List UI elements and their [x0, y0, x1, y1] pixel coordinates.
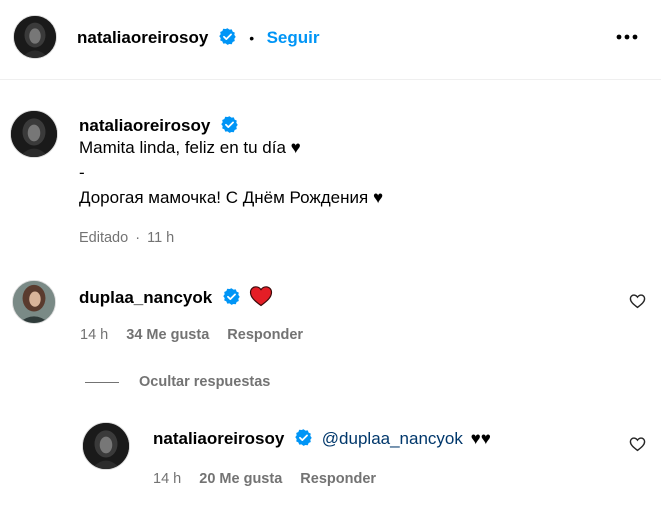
- header-username[interactable]: nataliaoreirosoy: [77, 28, 208, 47]
- comment-username[interactable]: duplaa_nancyok: [79, 288, 212, 307]
- meta-separator: ·: [135, 230, 141, 246]
- header-user: nataliaoreirosoy • Seguir: [77, 27, 320, 48]
- reply-username[interactable]: nataliaoreirosoy: [153, 429, 284, 448]
- caption-username[interactable]: nataliaoreirosoy: [79, 116, 210, 135]
- caption-avatar[interactable]: [10, 110, 58, 158]
- caption-text: Mamita linda, feliz en tu día ♥ - Дорога…: [79, 135, 383, 210]
- reply-likes[interactable]: 20 Me gusta: [199, 471, 282, 487]
- comment-meta: 14 h 34 Me gusta Responder: [80, 327, 303, 343]
- reply-avatar[interactable]: [82, 422, 130, 470]
- caption-line: -: [79, 163, 85, 182]
- header-divider: [0, 79, 661, 80]
- verified-badge-icon: [295, 429, 312, 446]
- reply-line: nataliaoreirosoy @duplaa_nancyok ♥♥: [153, 428, 491, 449]
- caption-line: Дорогая мамочка! С Днём Рождения ♥: [79, 188, 384, 207]
- avatar-image: [13, 281, 55, 323]
- verified-badge-icon: [222, 288, 240, 305]
- caption-time[interactable]: 11 h: [147, 230, 174, 246]
- heart-outline-icon: [629, 437, 646, 452]
- avatar-image: [11, 111, 57, 157]
- hide-replies-button[interactable]: Ocultar respuestas: [139, 374, 270, 390]
- comment-avatar[interactable]: [12, 280, 56, 324]
- caption-user: nataliaoreirosoy: [79, 115, 239, 136]
- red-heart-icon: [250, 286, 273, 307]
- verified-badge-icon: [221, 116, 238, 133]
- reply-like-button[interactable]: [629, 436, 646, 453]
- replies-toggle-line: [85, 382, 119, 383]
- caption-meta: Editado · 11 h: [79, 230, 174, 246]
- reply-text: ♥♥: [470, 429, 491, 448]
- comment-reply-button[interactable]: Responder: [227, 327, 303, 343]
- avatar-image: [83, 423, 129, 469]
- hide-replies-label: Ocultar respuestas: [139, 374, 271, 390]
- heart-outline-icon: [629, 294, 646, 309]
- comment-like-button[interactable]: [629, 293, 646, 310]
- reply-time[interactable]: 14 h: [153, 471, 181, 487]
- comment-likes[interactable]: 34 Me gusta: [126, 327, 209, 343]
- verified-badge-icon: [219, 28, 236, 45]
- more-options-icon[interactable]: [614, 29, 640, 45]
- comment-time[interactable]: 14 h: [80, 327, 108, 343]
- reply-mention-link[interactable]: @duplaa_nancyok: [322, 429, 463, 448]
- edited-label: Editado: [79, 230, 129, 246]
- header-separator: •: [249, 30, 255, 46]
- comment-user: duplaa_nancyok: [79, 285, 273, 308]
- header-avatar[interactable]: [13, 15, 57, 59]
- reply-meta: 14 h 20 Me gusta Responder: [153, 471, 376, 487]
- follow-button[interactable]: Seguir: [267, 28, 320, 47]
- caption-line: Mamita linda, feliz en tu día ♥: [79, 138, 301, 157]
- reply-reply-button[interactable]: Responder: [300, 471, 376, 487]
- avatar-image: [14, 16, 56, 58]
